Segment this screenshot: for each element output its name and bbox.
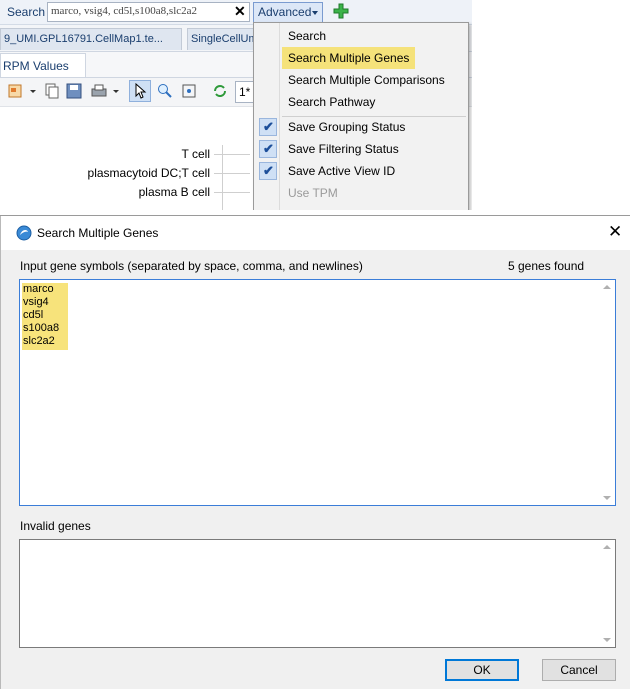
- app-logo-icon: [16, 225, 32, 241]
- print-icon[interactable]: [91, 83, 107, 99]
- advanced-dropdown-button[interactable]: Advanced: [253, 2, 323, 23]
- advanced-menu: Search Search Multiple Genes Search Mult…: [253, 22, 469, 210]
- dialog-titlebar: Search Multiple Genes ✕: [1, 216, 630, 250]
- tab-singlecell-dataset[interactable]: SingleCellUm: [187, 28, 255, 50]
- gene-input-label: Input gene symbols (separated by space, …: [20, 259, 363, 273]
- checkmark-icon: ✔: [263, 119, 274, 134]
- advanced-label: Advanced: [258, 5, 312, 19]
- cursor-arrow-icon: [135, 83, 147, 99]
- pointer-tool-button[interactable]: [129, 80, 151, 102]
- menu-item-save-active-view-id[interactable]: ✔ Save Active View ID: [255, 160, 467, 182]
- gene-line: slc2a2: [23, 335, 55, 347]
- menu-item-search-multiple-comparisons[interactable]: Search Multiple Comparisons: [255, 69, 467, 91]
- gene-line: vsig4: [23, 296, 49, 308]
- menu-item-label: Save Grouping Status: [288, 120, 406, 134]
- tab-cellmap-dataset[interactable]: 9_UMI.GPL16791.CellMap1.te...: [0, 28, 182, 50]
- menu-item-search[interactable]: Search: [255, 25, 467, 47]
- menu-item-search-multiple-genes[interactable]: Search Multiple Genes: [255, 47, 467, 69]
- axis-tick: [214, 192, 250, 193]
- search-multiple-genes-dialog: Search Multiple Genes ✕ Input gene symbo…: [0, 216, 630, 689]
- chevron-down-icon[interactable]: [113, 90, 119, 93]
- menu-item-label: Search Multiple Genes: [288, 51, 410, 65]
- fit-to-view-icon[interactable]: [181, 83, 197, 99]
- clear-search-icon[interactable]: ✕: [234, 3, 246, 20]
- export-image-icon[interactable]: [8, 83, 24, 99]
- axis-tick: [214, 154, 250, 155]
- menu-item-save-grouping-status[interactable]: ✔ Save Grouping Status: [255, 116, 467, 138]
- gene-line: marco: [23, 283, 54, 295]
- vertical-scrollbar[interactable]: [600, 541, 614, 646]
- checkbox-checked: ✔: [259, 118, 277, 136]
- invalid-genes-textarea[interactable]: [19, 539, 616, 648]
- tab-label: RPM Values: [3, 59, 69, 73]
- menu-item-label: Save Filtering Status: [288, 142, 399, 156]
- main-window-fragment: Search marco, vsig4, cd5l,s100a8,slc2a2 …: [0, 0, 472, 210]
- ok-button[interactable]: OK: [445, 659, 519, 681]
- gene-line: s100a8: [23, 322, 60, 334]
- vertical-scrollbar[interactable]: [600, 281, 614, 504]
- copy-icon[interactable]: [44, 83, 60, 99]
- green-plus-icon[interactable]: [333, 3, 349, 19]
- genes-found-count: 5 genes found: [508, 259, 585, 273]
- save-icon[interactable]: [66, 83, 82, 99]
- menu-item-label: Use TPM: [288, 186, 338, 200]
- gene-line: cd5l: [23, 309, 44, 321]
- tab-label: SingleCellUm: [191, 33, 255, 45]
- close-icon[interactable]: ✕: [608, 222, 622, 242]
- menu-item-save-filtering-status[interactable]: ✔ Save Filtering Status: [255, 138, 467, 160]
- menu-item-search-pathway[interactable]: Search Pathway: [255, 91, 467, 113]
- search-label: Search: [7, 5, 46, 19]
- search-input[interactable]: marco, vsig4, cd5l,s100a8,slc2a2 ✕: [47, 2, 250, 22]
- scroll-down-icon[interactable]: [603, 496, 611, 500]
- row-label-plasmacytoid-dc: plasmacytoid DC;T cell: [87, 166, 210, 180]
- row-label-t-cell: T cell: [181, 147, 210, 161]
- chevron-down-icon: [312, 11, 318, 15]
- menu-item-label: Search: [288, 29, 327, 43]
- scroll-up-icon[interactable]: [603, 285, 611, 289]
- axis-tick: [214, 173, 250, 174]
- tab-rpm-values[interactable]: RPM Values: [0, 53, 86, 77]
- scroll-up-icon[interactable]: [603, 545, 611, 549]
- menu-item-use-tpm: Use TPM: [255, 182, 467, 204]
- chevron-down-icon[interactable]: [30, 90, 36, 93]
- menu-item-label: Search Pathway: [288, 95, 376, 109]
- zoom-in-icon[interactable]: [157, 83, 173, 99]
- checkbox-checked: ✔: [259, 162, 277, 180]
- refresh-icon[interactable]: [212, 83, 228, 99]
- checkmark-icon: ✔: [263, 141, 274, 156]
- menu-item-label: Save Active View ID: [288, 164, 396, 178]
- zoom-level-value: 1*: [239, 85, 251, 99]
- dialog-title: Search Multiple Genes: [37, 226, 159, 240]
- cancel-button[interactable]: Cancel: [542, 659, 616, 681]
- invalid-genes-label: Invalid genes: [20, 519, 91, 533]
- scroll-down-icon[interactable]: [603, 638, 611, 642]
- checkbox-checked: ✔: [259, 140, 277, 158]
- gene-symbols-textarea[interactable]: marco vsig4 cd5l s100a8 slc2a2: [19, 279, 616, 506]
- row-label-plasma-b-cell: plasma B cell: [138, 185, 210, 199]
- tab-label: 9_UMI.GPL16791.CellMap1.te...: [4, 33, 163, 45]
- checkmark-icon: ✔: [263, 163, 274, 178]
- search-input-value: marco, vsig4, cd5l,s100a8,slc2a2: [51, 5, 198, 17]
- menu-item-label: Search Multiple Comparisons: [288, 73, 445, 87]
